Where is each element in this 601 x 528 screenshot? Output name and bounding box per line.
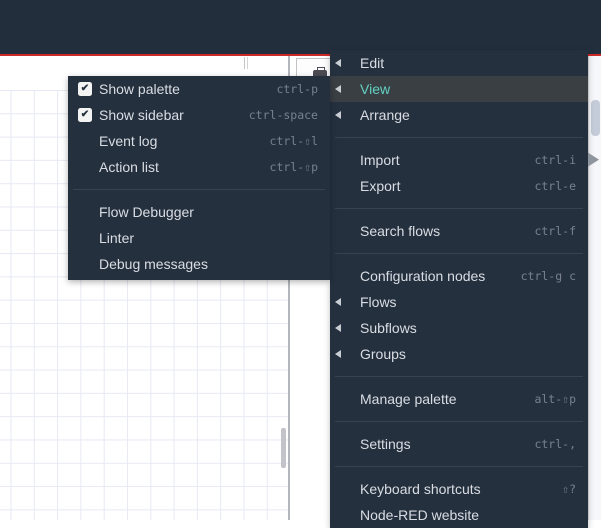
- menu-item-label: Arrange: [360, 107, 410, 123]
- menu-item-shortcut: ctrl-e: [534, 179, 576, 193]
- submenu-item-debug-messages[interactable]: Debug messages: [68, 251, 330, 277]
- menu-item-shortcut: ctrl-⇧p: [269, 160, 318, 174]
- menu-item-shortcut: ctrl-i: [534, 153, 576, 167]
- menu-item-label: Keyboard shortcuts: [360, 481, 481, 497]
- menu-item-label: Groups: [360, 346, 406, 362]
- menu-item-label: Show sidebar: [99, 107, 184, 123]
- menu-item-label: Configuration nodes: [360, 268, 486, 284]
- menu-item-shortcut: ctrl-f: [534, 224, 576, 238]
- menu-item-flows[interactable]: Flows: [330, 289, 588, 315]
- menu-item-shortcut: ⇧?: [562, 482, 576, 496]
- submenu-left-arrow-icon: [335, 298, 341, 306]
- menu-item-configuration-nodes[interactable]: Configuration nodes ctrl-g c: [330, 263, 588, 289]
- submenu-left-arrow-icon: [335, 111, 341, 119]
- menu-item-label: Import: [360, 152, 400, 168]
- menu-item-keyboard-shortcuts[interactable]: Keyboard shortcuts ⇧?: [330, 476, 588, 502]
- menu-item-label: Debug messages: [99, 256, 208, 272]
- menu-scrollbar-track[interactable]: [588, 56, 601, 520]
- view-submenu: ✔ Show palette ctrl-p ✔ Show sidebar ctr…: [68, 76, 330, 280]
- submenu-left-arrow-icon: [335, 324, 341, 332]
- submenu-left-arrow-icon: [335, 350, 341, 358]
- main-dropdown-menu: Edit View Arrange Import ctrl-i Export c…: [330, 50, 599, 528]
- submenu-item-flow-debugger[interactable]: Flow Debugger: [68, 199, 330, 225]
- submenu-item-linter[interactable]: Linter: [68, 225, 330, 251]
- menu-separator: [330, 199, 588, 218]
- menu-item-label: Show palette: [99, 81, 180, 97]
- workspace-vertical-scrollbar[interactable]: [281, 428, 286, 468]
- checkbox-checked-icon[interactable]: ✔: [78, 82, 92, 96]
- checkbox-checked-icon[interactable]: ✔: [78, 108, 92, 122]
- menu-item-shortcut: ctrl-⇧l: [269, 134, 318, 148]
- submenu-item-action-list[interactable]: Action list ctrl-⇧p: [68, 154, 330, 180]
- menu-separator: [330, 412, 588, 431]
- menu-separator: [330, 367, 588, 386]
- menu-item-label: Export: [360, 178, 401, 194]
- menu-item-label: Flows: [360, 294, 397, 310]
- menu-item-label: Node-RED website: [360, 507, 480, 523]
- submenu-left-arrow-icon: [335, 59, 341, 67]
- menu-item-label: Action list: [99, 159, 159, 175]
- menu-item-search-flows[interactable]: Search flows ctrl-f: [330, 218, 588, 244]
- menu-separator: [330, 128, 588, 147]
- menu-item-settings[interactable]: Settings ctrl-,: [330, 431, 588, 457]
- menu-item-node-red-website[interactable]: Node-RED website: [330, 502, 588, 528]
- submenu-item-event-log[interactable]: Event log ctrl-⇧l: [68, 128, 330, 154]
- submenu-item-show-sidebar[interactable]: ✔ Show sidebar ctrl-space: [68, 102, 330, 128]
- menu-item-shortcut: ctrl-space: [248, 108, 318, 122]
- menu-item-label: Event log: [99, 133, 158, 149]
- menu-item-groups[interactable]: Groups: [330, 341, 588, 367]
- menu-item-shortcut: ctrl-p: [276, 82, 318, 96]
- menu-item-export[interactable]: Export ctrl-e: [330, 173, 588, 199]
- menu-item-shortcut: alt-⇧p: [534, 392, 576, 406]
- menu-item-label: Flow Debugger: [99, 204, 194, 220]
- menu-item-label: Manage palette: [360, 391, 457, 407]
- menu-item-shortcut: ctrl-,: [534, 437, 576, 451]
- submenu-right-arrow-icon: [588, 152, 599, 167]
- menu-separator: [68, 180, 330, 199]
- menu-item-view[interactable]: View: [330, 76, 588, 102]
- menu-item-label: View: [360, 81, 391, 97]
- menu-item-subflows[interactable]: Subflows: [330, 315, 588, 341]
- flow-tab-divider: [247, 57, 248, 69]
- menu-item-label: Edit: [360, 55, 385, 71]
- menu-separator: [330, 457, 588, 476]
- menu-item-edit[interactable]: Edit: [330, 50, 588, 76]
- menu-item-import[interactable]: Import ctrl-i: [330, 147, 599, 173]
- menu-item-label: Settings: [360, 436, 411, 452]
- menu-item-label: Subflows: [360, 320, 417, 336]
- menu-scrollbar-thumb[interactable]: [591, 100, 600, 136]
- menu-item-shortcut: ctrl-g c: [520, 269, 576, 283]
- header-bar: [0, 0, 601, 54]
- menu-item-label: Linter: [99, 230, 135, 246]
- menu-item-label: Search flows: [360, 223, 441, 239]
- submenu-item-show-palette[interactable]: ✔ Show palette ctrl-p: [68, 76, 330, 102]
- menu-item-arrange[interactable]: Arrange: [330, 102, 588, 128]
- submenu-left-arrow-icon: [335, 85, 341, 93]
- flow-tab-divider: [244, 57, 245, 69]
- menu-separator: [330, 244, 588, 263]
- menu-item-manage-palette[interactable]: Manage palette alt-⇧p: [330, 386, 588, 412]
